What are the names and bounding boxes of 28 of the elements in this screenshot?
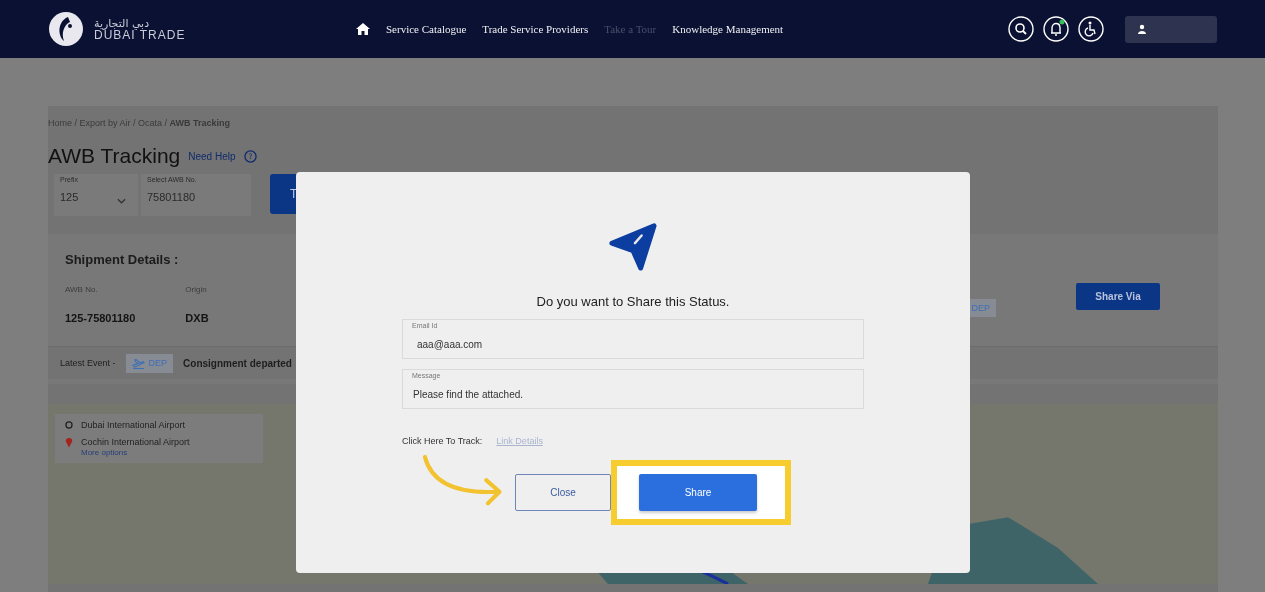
map-pin-icon <box>65 436 73 448</box>
track-label: Click Here To Track: <box>402 436 483 446</box>
route-stop: Dubai International Airport <box>81 420 186 430</box>
close-button[interactable]: Close <box>515 474 611 511</box>
circle-icon <box>65 421 73 429</box>
logo-icon <box>48 11 84 47</box>
page-title: AWB Tracking <box>48 144 181 168</box>
dialog-title: Do you want to Share this Status. <box>536 294 730 309</box>
logo-text: DUBAI TRADE <box>94 28 186 41</box>
shipment-details-heading: Shipment Details : <box>65 252 180 267</box>
user-icon <box>1137 24 1147 34</box>
share-button[interactable]: Share <box>639 474 757 511</box>
nav-link[interactable]: Knowledge Management <box>672 23 784 35</box>
send-icon <box>608 222 658 272</box>
plane-departure-icon <box>131 357 145 369</box>
event-description: Consignment departed <box>183 357 292 369</box>
accessibility-icon[interactable] <box>1078 16 1104 42</box>
nav-link[interactable]: Service Catalogue <box>386 23 467 35</box>
notification-bell-icon[interactable] <box>1043 16 1069 42</box>
chevron-down-icon <box>117 198 126 204</box>
latest-event-label: Latest Event - <box>60 358 116 368</box>
logo-arabic-text: دبي التجارية <box>94 17 150 29</box>
home-icon[interactable] <box>356 23 370 35</box>
nav-link[interactable]: Trade Service Providers <box>482 23 589 35</box>
event-badge: DEP <box>125 353 174 373</box>
search-icon[interactable] <box>1008 16 1034 42</box>
route-stop: Cochin International Airport <box>81 437 190 447</box>
share-via-button[interactable]: Share Via <box>1076 283 1160 310</box>
